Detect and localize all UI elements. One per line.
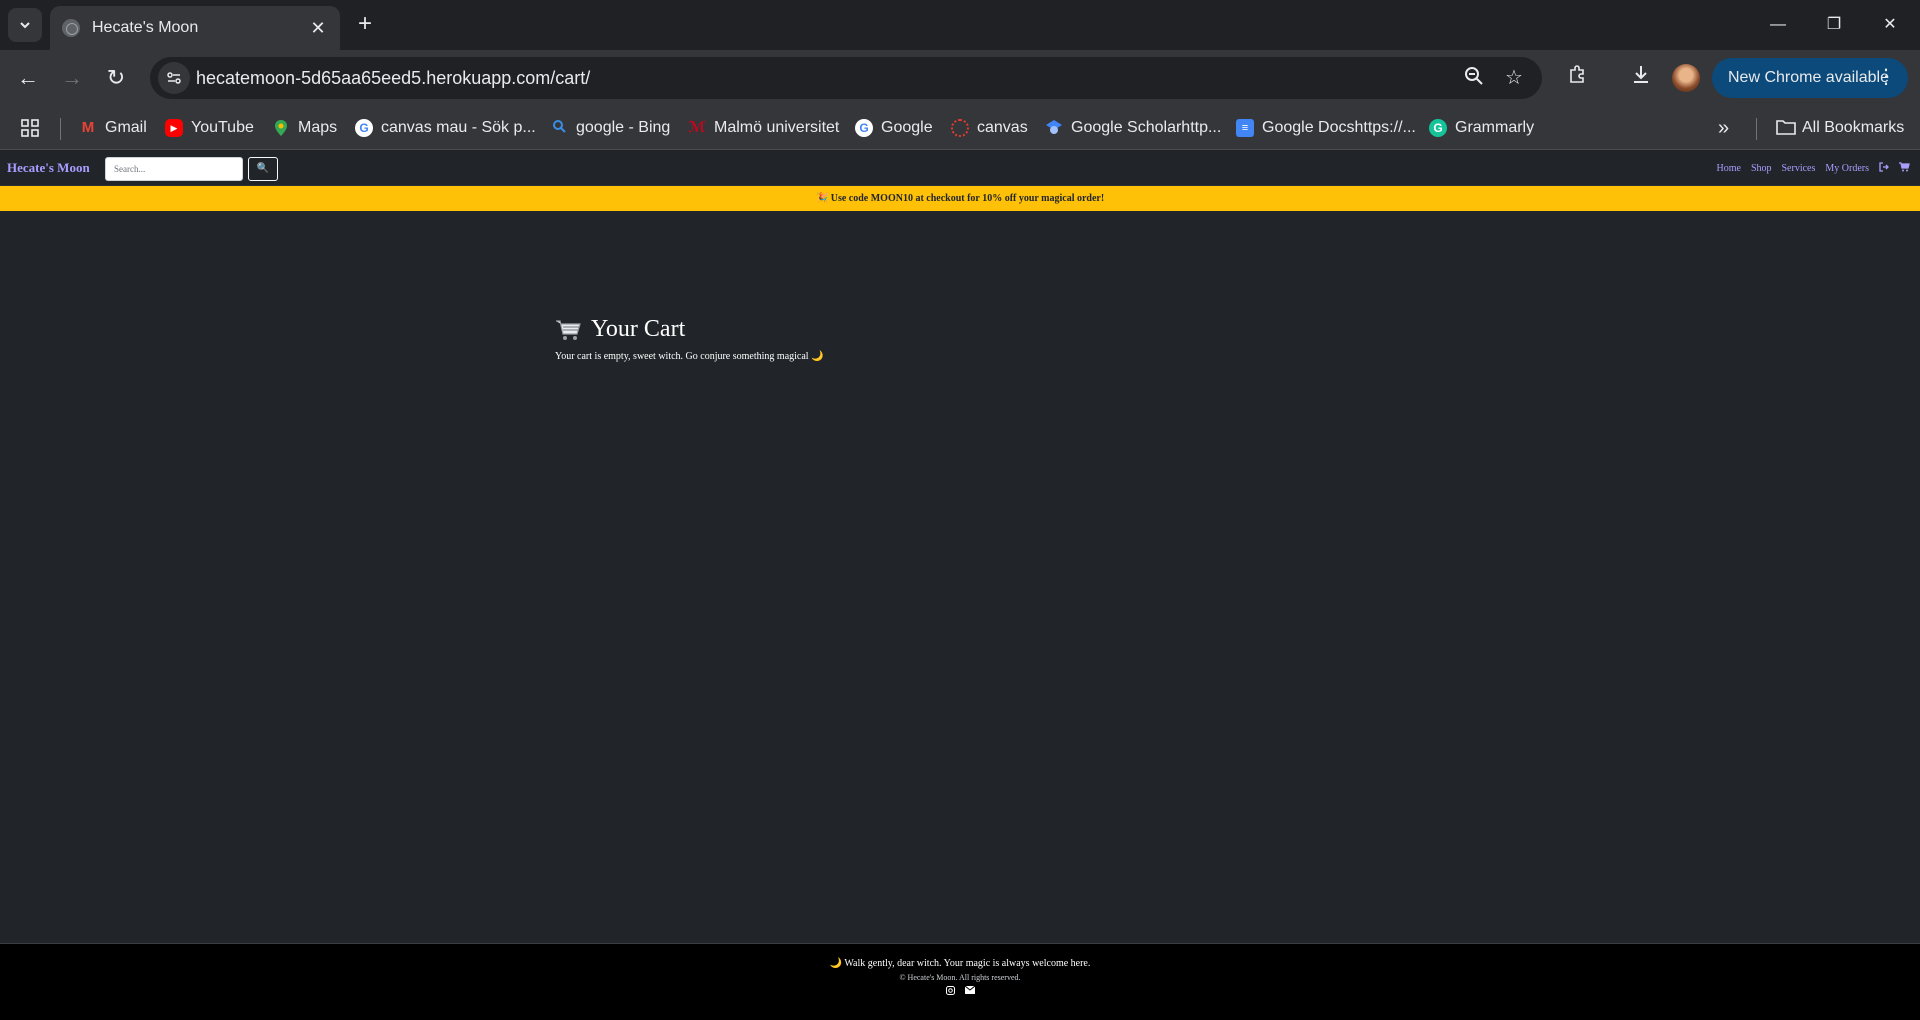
nav-shop-link[interactable]: Shop [1751, 163, 1772, 174]
bookmark-label: Google [881, 119, 933, 136]
bookmark-separator [60, 118, 61, 140]
all-bookmarks-label: All Bookmarks [1802, 119, 1905, 136]
site-info-icon[interactable] [158, 62, 190, 94]
bookmark-gmail[interactable]: M Gmail [79, 115, 147, 141]
google-icon: G [855, 119, 873, 137]
promo-banner: 🎉 Use code MOON10 at checkout for 10% of… [0, 186, 1920, 211]
address-bar[interactable]: hecatemoon-5d65aa65eed5.herokuapp.com/ca… [150, 57, 1542, 99]
site-search-button[interactable]: 🔍 [248, 157, 278, 181]
bookmark-docs[interactable]: ≡ Google Docshttps://... [1236, 115, 1416, 141]
footer-tagline: 🌙 Walk gently, dear witch. Your magic is… [829, 958, 1091, 969]
bookmark-bing[interactable]: google - Bing [550, 115, 670, 141]
youtube-icon: ▶ [165, 119, 183, 137]
web-page: Hecate's Moon 🔍 Home Shop Services My Or… [0, 151, 1920, 1020]
close-window-button[interactable]: ✕ [1870, 10, 1910, 40]
footer-copyright: © Hecate's Moon. All rights reserved. [899, 973, 1021, 982]
bookmark-label: canvas mau - Sök p... [381, 119, 536, 136]
browser-tab[interactable]: Hecate's Moon ✕ [50, 6, 340, 50]
download-icon[interactable] [1626, 63, 1656, 93]
browser-tab-strip: Hecate's Moon ✕ + — ❐ ✕ [0, 0, 1920, 50]
bookmark-label: canvas [977, 119, 1028, 136]
extensions-icon[interactable] [1562, 63, 1592, 93]
gmail-icon: M [81, 119, 95, 136]
bookmarks-bar: M Gmail ▶ YouTube Maps G canvas mau - Sö… [0, 106, 1920, 150]
maps-icon [272, 119, 290, 137]
bookmark-youtube[interactable]: ▶ YouTube [165, 115, 254, 141]
nav-home-link[interactable]: Home [1716, 163, 1740, 174]
back-button[interactable]: ← [12, 62, 44, 94]
bookmark-label: Google Scholarhttp... [1071, 119, 1222, 136]
footer-social-links [0, 985, 1920, 998]
bookmark-grammarly[interactable]: G Grammarly [1429, 115, 1534, 141]
instagram-icon[interactable] [945, 986, 955, 998]
zoom-icon[interactable] [1462, 66, 1486, 90]
search-icon: 🔍 [256, 163, 270, 174]
new-chrome-available-button[interactable]: New Chrome available ⋮ [1712, 58, 1908, 98]
bookmark-label: Maps [298, 119, 338, 136]
forward-button[interactable]: → [56, 62, 88, 94]
restore-button[interactable]: ❐ [1814, 10, 1854, 40]
reload-button[interactable]: ↻ [100, 62, 132, 94]
new-chrome-label: New Chrome available [1728, 69, 1889, 86]
site-navbar: Hecate's Moon 🔍 Home Shop Services My Or… [0, 151, 1920, 186]
bookmark-label: Malmö universitet [714, 119, 840, 136]
more-menu-icon[interactable]: ⋮ [1876, 66, 1896, 88]
bookmark-label: Grammarly [1455, 119, 1535, 136]
browser-toolbar: ← → ↻ hecatemoon-5d65aa65eed5.herokuapp.… [0, 50, 1920, 106]
email-icon[interactable] [964, 985, 975, 998]
url-text[interactable]: hecatemoon-5d65aa65eed5.herokuapp.com/ca… [196, 68, 590, 89]
close-tab-icon[interactable]: ✕ [308, 18, 328, 39]
logout-icon[interactable] [1879, 162, 1889, 175]
apps-grid-icon[interactable] [20, 115, 40, 141]
all-bookmarks-button[interactable]: All Bookmarks [1776, 115, 1904, 141]
bookmark-scholar[interactable]: Google Scholarhttp... [1045, 115, 1221, 141]
tab-title: Hecate's Moon [92, 19, 199, 36]
site-search-input[interactable] [105, 157, 243, 181]
grammarly-icon: G [1429, 119, 1447, 137]
shopping-cart-icon [556, 319, 581, 340]
google-icon: G [355, 119, 373, 137]
site-footer: 🌙 Walk gently, dear witch. Your magic is… [0, 943, 1920, 1020]
globe-icon [62, 19, 80, 37]
profile-avatar[interactable] [1672, 64, 1700, 92]
more-bookmarks-chevron-icon[interactable]: » [1718, 115, 1729, 141]
cart-heading: Your Cart [555, 316, 824, 343]
new-tab-button[interactable]: + [352, 12, 378, 38]
site-brand[interactable]: Hecate's Moon [7, 160, 90, 176]
docs-icon: ≡ [1236, 119, 1254, 137]
bookmark-star-icon[interactable]: ☆ [1502, 66, 1526, 90]
bookmark-label: google - Bing [576, 119, 671, 136]
bing-search-icon [550, 119, 568, 137]
minimize-button[interactable]: — [1758, 10, 1798, 40]
bookmark-label: YouTube [191, 119, 254, 136]
cart-empty-message: Your cart is empty, sweet witch. Go conj… [555, 351, 824, 362]
cart-title: Your Cart [591, 316, 686, 342]
folder-icon [1776, 119, 1796, 137]
nav-my-orders-link[interactable]: My Orders [1825, 163, 1869, 174]
tab-search-button[interactable] [8, 8, 42, 42]
chevron-down-icon [20, 22, 30, 29]
bookmark-maps[interactable]: Maps [272, 115, 337, 141]
mau-icon: ℳ [688, 119, 706, 136]
bookmark-label: Gmail [105, 119, 147, 136]
bookmark-canvas-mau[interactable]: G canvas mau - Sök p... [355, 115, 536, 141]
canvas-icon [951, 119, 969, 137]
bookmark-separator [1756, 118, 1757, 140]
site-nav-links: Home Shop Services My Orders [1716, 162, 1920, 175]
bookmark-canvas[interactable]: canvas [951, 115, 1028, 141]
nav-services-link[interactable]: Services [1782, 163, 1816, 174]
bookmark-malmo[interactable]: ℳ Malmö universitet [688, 115, 839, 141]
bookmark-google[interactable]: G Google [855, 115, 933, 141]
cart-icon[interactable] [1899, 162, 1910, 175]
cart-section: Your Cart Your cart is empty, sweet witc… [555, 316, 824, 362]
scholar-icon [1045, 119, 1063, 137]
bookmark-label: Google Docshttps://... [1262, 119, 1416, 136]
